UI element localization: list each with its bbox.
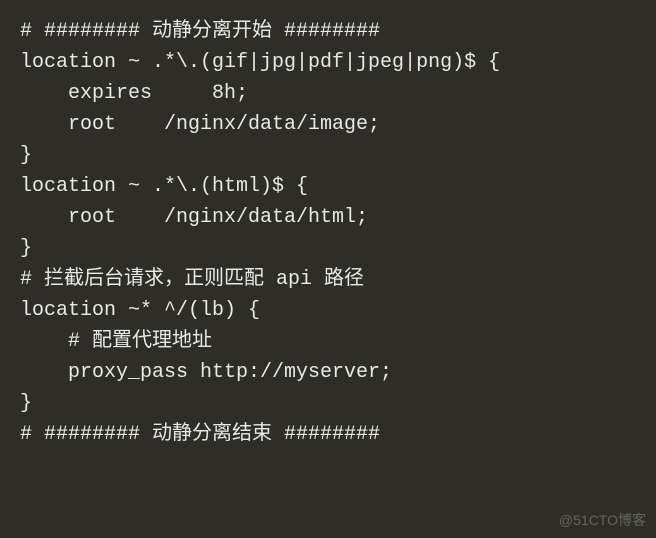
code-line: location ~* ^/(lb) { [20, 295, 636, 326]
code-line: # ######## 动静分离开始 ######## [20, 16, 636, 47]
code-block: # ######## 动静分离开始 ######## location ~ .*… [20, 16, 636, 450]
code-line: root /nginx/data/image; [20, 109, 636, 140]
code-line: # 配置代理地址 [20, 326, 636, 357]
code-line: # ######## 动静分离结束 ######## [20, 419, 636, 450]
watermark: @51CTO博客 [559, 510, 646, 532]
code-line: } [20, 140, 636, 171]
code-line: location ~ .*\.(html)$ { [20, 171, 636, 202]
code-line: location ~ .*\.(gif|jpg|pdf|jpeg|png)$ { [20, 47, 636, 78]
code-line: } [20, 388, 636, 419]
code-line: # 拦截后台请求，正则匹配 api 路径 [20, 264, 636, 295]
code-line: } [20, 233, 636, 264]
code-line: expires 8h; [20, 78, 636, 109]
code-line: proxy_pass http://myserver; [20, 357, 636, 388]
code-line: root /nginx/data/html; [20, 202, 636, 233]
